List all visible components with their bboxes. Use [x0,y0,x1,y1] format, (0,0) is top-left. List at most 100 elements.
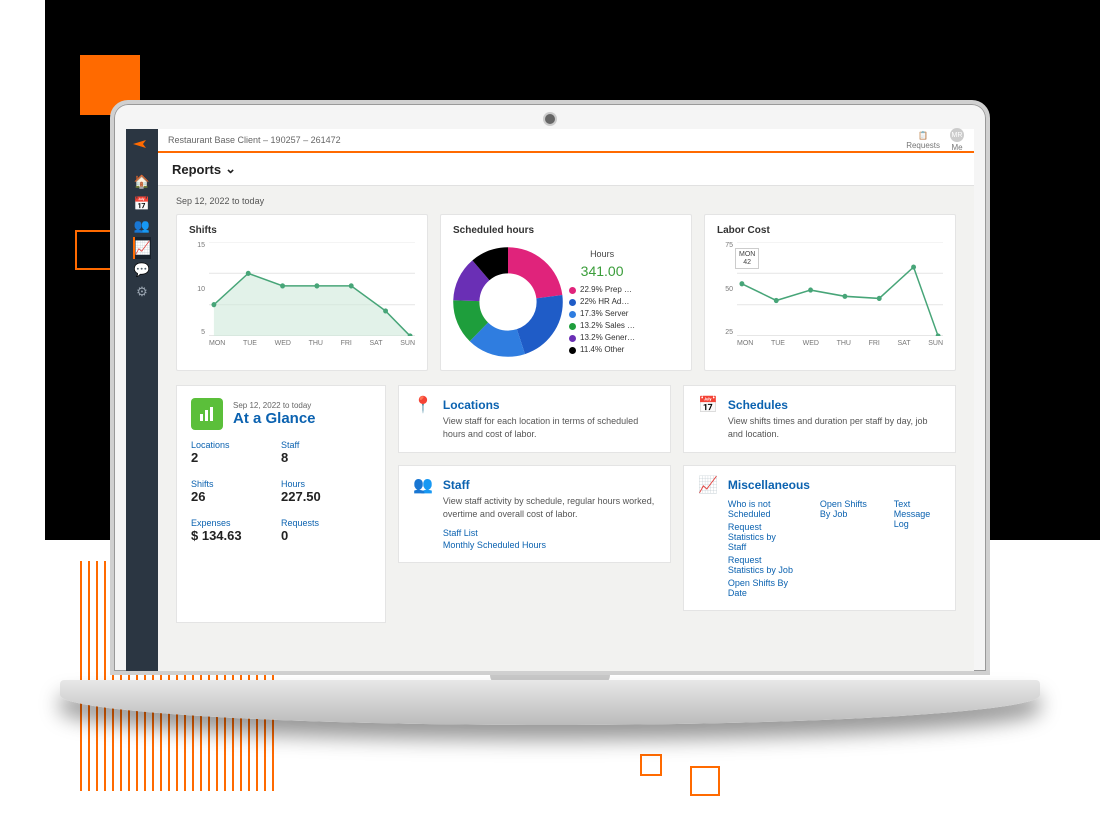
locations-title: Locations [443,398,656,412]
x-tick: SUN [400,340,415,354]
home-icon[interactable]: 🏠 [133,171,151,193]
staff-desc: View staff activity by schedule, regular… [443,495,656,520]
glance-stat: Locations2 [191,440,281,465]
stat-label: Staff [281,440,371,450]
legend-dot [569,335,576,342]
clipboard-icon: 📋 [918,131,928,140]
stat-value: 0 [281,528,371,543]
scheduled-donut-chart [453,247,563,357]
x-tick: SAT [897,340,910,354]
staff-list-link[interactable]: Staff List [443,528,656,538]
labor-cost-card: Labor Cost 75 50 25 [704,214,956,371]
x-tick: WED [275,340,291,354]
legend-row: 17.3% Server [569,308,635,320]
breadcrumb: Restaurant Base Client – 190257 – 261472 [168,135,341,145]
stat-value: $ 134.63 [191,528,281,543]
scheduled-title: Scheduled hours [453,225,679,236]
staff-title: Staff [443,478,656,492]
stat-label: Expenses [191,518,281,528]
misc-title: Miscellaneous [728,478,941,492]
legend-dot [569,287,576,294]
staff-card[interactable]: 👥 Staff View staff activity by schedule,… [398,465,671,563]
deco-square-small-2 [690,766,720,796]
schedules-title: Schedules [728,398,941,412]
labor-line-chart: MON 42 [737,242,943,336]
labor-title: Labor Cost [717,225,943,236]
shifts-card: Shifts 15 10 5 [176,214,428,371]
x-tick: SAT [369,340,382,354]
locations-card[interactable]: 📍 Locations View staff for each location… [398,385,671,453]
glance-stat: Hours227.50 [281,479,371,504]
legend-dot [569,323,576,330]
people-icon[interactable]: 👥 [133,215,151,237]
monthly-hours-link[interactable]: Monthly Scheduled Hours [443,540,656,550]
locations-desc: View staff for each location in terms of… [443,415,656,440]
stat-value: 26 [191,489,281,504]
labor-tooltip: MON 42 [735,248,759,269]
x-tick: THU [309,340,323,354]
hours-label: Hours [569,248,635,262]
laptop-frame: 🏠📅👥📈💬⚙ Restaurant Base Client – 190257 –… [110,100,990,725]
app-logo-icon [133,137,151,155]
chart-icon[interactable]: 📈 [133,237,151,259]
requests-menu[interactable]: 📋 Requests [906,131,940,150]
x-tick: MON [209,340,225,354]
x-tick: SUN [928,340,943,354]
deco-square-outline [82,30,106,54]
page-title-bar[interactable]: Reports ⌄ [158,153,974,186]
gear-icon[interactable]: ⚙ [133,281,151,303]
schedules-card[interactable]: 📅 Schedules View shifts times and durati… [683,385,956,453]
misc-link[interactable]: Who is not Scheduled [728,499,796,519]
glance-stat: Staff8 [281,440,371,465]
x-tick: FRI [869,340,880,354]
legend-row: 13.2% Sales … [569,320,635,332]
chevron-down-icon: ⌄ [225,161,236,177]
legend-row: 11.4% Other [569,344,635,356]
chat-icon[interactable]: 💬 [133,259,151,281]
misc-link[interactable]: Open Shifts By Date [728,578,796,598]
laptop-base [60,680,1040,725]
shifts-title: Shifts [189,225,415,236]
scheduled-hours-card: Scheduled hours Hours 341.00 22.9% Prep … [440,214,692,371]
legend-dot [569,299,576,306]
misc-link[interactable]: Open Shifts By Job [820,499,870,519]
legend-dot [569,347,576,354]
deco-square-small-1 [640,754,662,776]
page-title: Reports [172,162,221,177]
bar-chart-icon [191,398,223,430]
calendar2-icon: 📅 [698,398,718,440]
stat-label: Requests [281,518,371,528]
x-tick: THU [837,340,851,354]
glance-stat: Requests0 [281,518,371,543]
miscellaneous-card: 📈 Miscellaneous Who is not Scheduled Requ… [683,465,956,611]
people-icon: 👥 [413,478,433,550]
shifts-line-chart [209,242,415,336]
x-tick: FRI [341,340,352,354]
deco-square-orange-outline [75,230,115,270]
hours-total: 341.00 [569,261,635,282]
misc-link[interactable]: Request Statistics by Staff [728,522,796,552]
x-tick: TUE [771,340,785,354]
glance-stat: Expenses$ 134.63 [191,518,281,543]
camera-icon [545,114,555,124]
avatar: MR [950,128,964,142]
at-a-glance-panel: Sep 12, 2022 to today At a Glance Locati… [176,385,386,623]
glance-subtitle: Sep 12, 2022 to today [233,401,316,410]
glance-stat: Shifts26 [191,479,281,504]
date-range: Sep 12, 2022 to today [176,196,956,206]
calendar-icon[interactable]: 📅 [133,193,151,215]
schedules-desc: View shifts times and duration per staff… [728,415,941,440]
legend-row: 22.9% Prep … [569,284,635,296]
stat-value: 8 [281,450,371,465]
misc-link[interactable]: Text Message Log [894,499,941,529]
stat-label: Hours [281,479,371,489]
top-bar: Restaurant Base Client – 190257 – 261472… [158,129,974,153]
x-tick: WED [803,340,819,354]
stat-label: Shifts [191,479,281,489]
misc-link[interactable]: Request Statistics by Job [728,555,796,575]
stat-label: Locations [191,440,281,450]
pin-icon: 📍 [413,398,433,440]
me-menu[interactable]: MR Me [950,128,964,152]
x-tick: MON [737,340,753,354]
trend-icon: 📈 [698,478,718,598]
